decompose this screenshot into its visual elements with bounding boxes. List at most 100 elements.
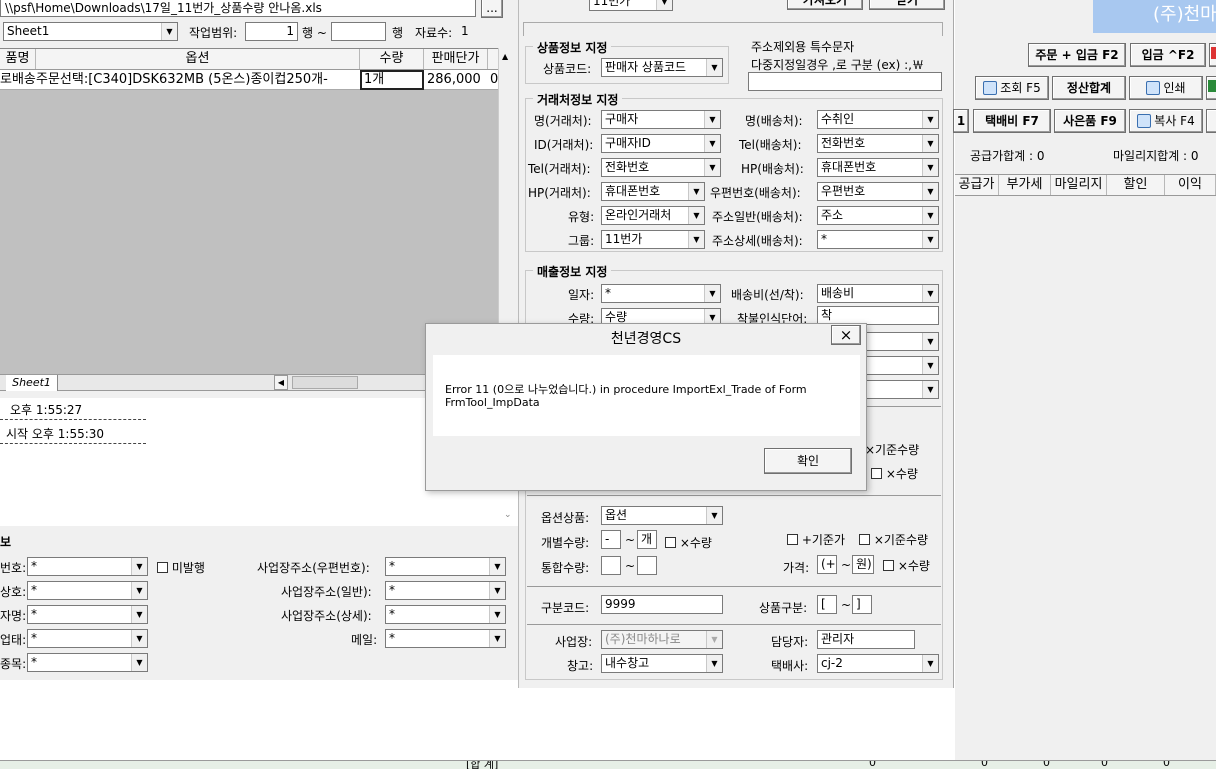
copy-button-label: 복사 F4 bbox=[1154, 114, 1195, 128]
excel-button[interactable] bbox=[1206, 76, 1216, 100]
unissued-checkbox[interactable]: 미발행 bbox=[157, 559, 205, 576]
price-to-input[interactable]: 원) bbox=[852, 555, 874, 574]
business-type-select[interactable]: * ▼ bbox=[27, 629, 148, 648]
select-value: 판매자 상품코드 bbox=[605, 60, 687, 74]
dialog-close-button[interactable]: × bbox=[831, 325, 861, 345]
option-product-select[interactable]: 옵션 ▼ bbox=[601, 506, 723, 525]
total-qty-to-input[interactable] bbox=[637, 556, 657, 575]
chevron-down-icon: ▼ bbox=[704, 285, 720, 302]
col-header-vat[interactable]: 부가세 bbox=[999, 175, 1051, 195]
prod-div-from-input[interactable]: [ bbox=[817, 595, 837, 614]
option-product-label: 옵션상품: bbox=[541, 511, 590, 525]
copy-button[interactable]: 복사 F4 bbox=[1129, 109, 1203, 133]
prod-div-to-input[interactable]: ] bbox=[852, 595, 872, 614]
each-qty-to-input[interactable]: 개 bbox=[637, 530, 657, 549]
col-header-name[interactable]: 품명 bbox=[0, 49, 36, 69]
base-price-checkbox[interactable]: +기준가 bbox=[787, 531, 845, 548]
number-select[interactable]: * ▼ bbox=[27, 557, 148, 576]
client-group-select[interactable]: 11번가 ▼ bbox=[601, 230, 705, 249]
range-from-input[interactable]: 1 bbox=[245, 22, 298, 41]
total-qty-from-input[interactable] bbox=[601, 556, 621, 575]
ship-addr-detail-select[interactable]: * ▼ bbox=[817, 230, 939, 249]
ship-hp-select[interactable]: 휴대폰번호 ▼ bbox=[817, 158, 939, 177]
x-qty-checkbox[interactable]: ×수량 bbox=[871, 465, 918, 482]
client-type-select[interactable]: 온라인거래처 ▼ bbox=[601, 206, 705, 225]
ship-name-label: 명(배송처): bbox=[745, 114, 803, 128]
col-header-qty[interactable]: 수량 bbox=[360, 49, 424, 69]
browse-button[interactable]: ... bbox=[481, 0, 503, 18]
close-button[interactable]: 닫기 bbox=[869, 0, 945, 10]
log-scroll-down-icon[interactable]: ⌄ bbox=[504, 510, 512, 520]
ship-name-select[interactable]: 수취인 ▼ bbox=[817, 110, 939, 129]
cut-button[interactable] bbox=[1209, 43, 1216, 67]
email-select[interactable]: * ▼ bbox=[385, 629, 506, 648]
special-char-input[interactable] bbox=[748, 72, 942, 91]
business-item-select[interactable]: * ▼ bbox=[27, 653, 148, 672]
ship-addr-select[interactable]: 주소 ▼ bbox=[817, 206, 939, 225]
scroll-up-icon[interactable]: ▲ bbox=[502, 52, 508, 61]
order-deposit-button[interactable]: 주문 + 입금 F2 bbox=[1028, 43, 1126, 67]
sheet-select[interactable]: Sheet1 ▼ bbox=[3, 22, 178, 41]
biz-select[interactable]: (주)천마하나로 ▼ bbox=[601, 630, 723, 649]
company-select[interactable]: * ▼ bbox=[27, 581, 148, 600]
chevron-down-icon: ▼ bbox=[706, 655, 722, 672]
chevron-down-icon: ▼ bbox=[131, 582, 147, 599]
client-hp-select[interactable]: 휴대폰번호 ▼ bbox=[601, 182, 705, 201]
col-header-option[interactable]: 옵션 bbox=[36, 49, 360, 69]
courier-select[interactable]: cj-2 ▼ bbox=[817, 654, 939, 673]
shipfee-select[interactable]: 배송비 ▼ bbox=[817, 284, 939, 303]
import-button[interactable]: 가져오기 bbox=[787, 0, 863, 10]
div-code-input[interactable]: 9999 bbox=[601, 595, 723, 614]
ceo-select[interactable]: * ▼ bbox=[27, 605, 148, 624]
col-header-profit[interactable]: 이익 bbox=[1165, 175, 1216, 195]
search-button[interactable]: 조회 F5 bbox=[975, 76, 1049, 100]
client-id-select[interactable]: 구매자ID ▼ bbox=[601, 134, 721, 153]
date-label: 일자: bbox=[568, 288, 595, 302]
zip-select[interactable]: * ▼ bbox=[385, 557, 506, 576]
base-qty-checkbox[interactable]: ×기준수량 bbox=[865, 441, 919, 458]
manager-input[interactable]: 관리자 bbox=[817, 630, 915, 649]
settle-total-button[interactable]: 정산합계 bbox=[1052, 76, 1126, 100]
warehouse-select[interactable]: 내수창고 ▼ bbox=[601, 654, 723, 673]
hscroll-left-icon[interactable]: ◀ bbox=[274, 375, 288, 390]
print-button[interactable]: 인쇄 bbox=[1129, 76, 1203, 100]
f-one-button[interactable]: 1 bbox=[953, 109, 969, 133]
range-to-input[interactable] bbox=[331, 22, 386, 41]
ship-tel-label: Tel(배송처): bbox=[739, 138, 802, 152]
chevron-down-icon: ▼ bbox=[489, 606, 505, 623]
chevron-down-icon: ▼ bbox=[131, 630, 147, 647]
chevron-down-icon: ▼ bbox=[704, 111, 720, 128]
each-qty-from-input[interactable]: - bbox=[601, 530, 621, 549]
source-select[interactable]: 11번가 ▼ bbox=[589, 0, 673, 11]
client-name-select[interactable]: 구매자 ▼ bbox=[601, 110, 721, 129]
delivery-fee-button[interactable]: 택배비 F7 bbox=[973, 109, 1051, 133]
price-from-input[interactable]: (+ bbox=[817, 555, 837, 574]
date-select[interactable]: * ▼ bbox=[601, 284, 721, 303]
ship-zip-select[interactable]: 우편번호 ▼ bbox=[817, 182, 939, 201]
select-value: 11번가 bbox=[605, 232, 643, 246]
col-header-supply[interactable]: 공급가 bbox=[955, 175, 999, 195]
hscroll-thumb[interactable] bbox=[292, 376, 358, 389]
addr-detail-select[interactable]: * ▼ bbox=[385, 605, 506, 624]
chevron-down-icon: ▼ bbox=[706, 507, 722, 524]
ship-tel-select[interactable]: 전화번호 ▼ bbox=[817, 134, 939, 153]
col-header-price[interactable]: 판매단가 bbox=[424, 49, 488, 69]
product-code-select[interactable]: 판매자 상품코드 ▼ bbox=[601, 58, 723, 77]
base-qty2-checkbox[interactable]: ×기준수량 bbox=[859, 531, 928, 548]
sheet-tabs-bar: Sheet1 ◀ bbox=[0, 374, 498, 391]
file-path-field[interactable]: \\psf\Home\Downloads\17일_11번가_상품수량 안나옴.x… bbox=[0, 0, 476, 17]
addr-general-select[interactable]: * ▼ bbox=[385, 581, 506, 600]
price-xqty-checkbox[interactable]: ×수량 bbox=[883, 557, 930, 574]
cell-qty[interactable]: 1개 bbox=[360, 70, 424, 90]
dialog-ok-button[interactable]: 확인 bbox=[764, 448, 852, 474]
client-tel-select[interactable]: 전화번호 ▼ bbox=[601, 158, 721, 177]
deposit-button[interactable]: 입금 ^F2 bbox=[1130, 43, 1206, 67]
sheet-tab[interactable]: Sheet1 bbox=[6, 375, 58, 391]
company-banner: (주)천마 bbox=[1093, 0, 1216, 33]
gift-button[interactable]: 사은품 F9 bbox=[1054, 109, 1126, 133]
col-header-mileage[interactable]: 마일리지 bbox=[1051, 175, 1107, 195]
col-header-discount[interactable]: 할인 bbox=[1107, 175, 1165, 195]
each-xqty-checkbox[interactable]: ×수량 bbox=[665, 534, 712, 551]
more-button[interactable] bbox=[1206, 109, 1216, 133]
table-row[interactable]: 로배송 주문선택:[C340]DSK632MB (5온스)종이컵250개- 1개… bbox=[0, 70, 498, 90]
